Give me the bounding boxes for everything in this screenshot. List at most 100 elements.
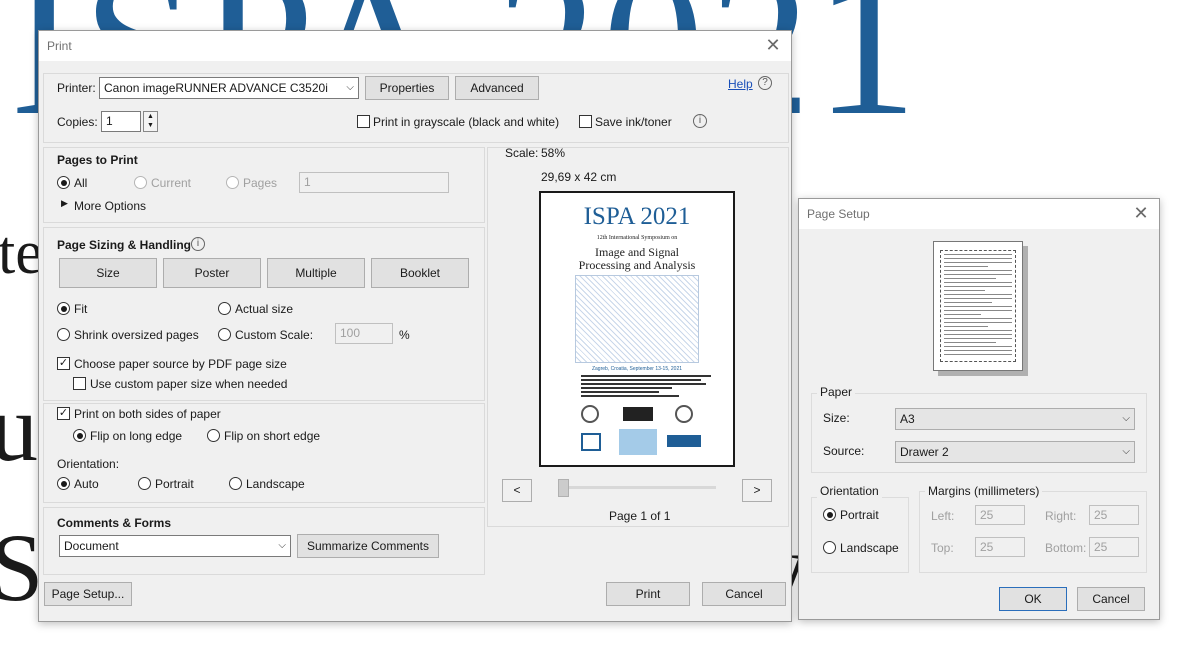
print-dialog-titlebar: Print ✕	[39, 31, 791, 61]
grayscale-checkbox[interactable]	[357, 115, 370, 128]
close-icon[interactable]: ✕	[763, 35, 783, 56]
cancel-button[interactable]: Cancel	[702, 582, 786, 606]
summarize-comments-button[interactable]: Summarize Comments	[297, 534, 439, 558]
print-both-sides-label: Print on both sides of paper	[74, 407, 221, 421]
multiple-button[interactable]: Multiple	[267, 258, 365, 288]
print-both-sides-checkbox[interactable]: ✓	[57, 407, 70, 420]
next-page-button[interactable]: >	[742, 479, 772, 502]
paper-group-label: Paper	[817, 385, 856, 399]
flip-long-edge-radio[interactable]	[73, 429, 86, 442]
all-pages-radio[interactable]	[57, 176, 70, 189]
custom-scale-input[interactable]: 100	[335, 323, 393, 344]
choose-paper-source-label: Choose paper source by PDF page size	[74, 357, 287, 371]
custom-scale-label: Custom Scale:	[235, 328, 314, 342]
custom-scale-radio[interactable]	[218, 328, 231, 341]
preview-doc-subtitle: 12th International Symposium on	[596, 235, 678, 241]
page-setup-cancel-button[interactable]: Cancel	[1077, 587, 1145, 611]
preview-doc-title: ISPA 2021	[583, 203, 691, 230]
previous-page-button[interactable]: <	[502, 479, 532, 502]
orientation-portrait-radio[interactable]	[138, 477, 151, 490]
choose-paper-source-checkbox[interactable]: ✓	[57, 357, 70, 370]
more-options-toggle[interactable]: More Options	[74, 199, 146, 213]
preview-logo	[667, 435, 701, 447]
preview-doc-place: Zagreb, Croatia, September 13-15, 2021	[591, 366, 683, 372]
scale-value: 58%	[541, 146, 566, 160]
fit-label: Fit	[74, 302, 88, 316]
copies-stepper[interactable]: ▲ ▼	[143, 111, 158, 132]
printer-label: Printer:	[57, 81, 96, 95]
orientation-landscape-label: Landscape	[246, 477, 305, 491]
comments-forms-value: Document	[64, 539, 119, 553]
top-margin-label: Top:	[931, 541, 954, 555]
shrink-oversized-radio[interactable]	[57, 328, 70, 341]
page-setup-title: Page Setup	[807, 207, 870, 221]
bottom-margin-label: Bottom:	[1045, 541, 1087, 555]
print-button[interactable]: Print	[606, 582, 690, 606]
orientation-auto-radio[interactable]	[57, 477, 70, 490]
pages-range-label: Pages	[243, 176, 278, 190]
close-icon[interactable]: ✕	[1131, 203, 1151, 224]
ok-button[interactable]: OK	[999, 587, 1067, 611]
save-ink-checkbox[interactable]	[579, 115, 592, 128]
copies-label: Copies:	[57, 115, 98, 129]
custom-paper-size-checkbox[interactable]	[73, 377, 86, 390]
flip-short-edge-radio[interactable]	[207, 429, 220, 442]
info-icon[interactable]: i	[693, 114, 707, 128]
left-margin-label: Left:	[931, 509, 955, 523]
grayscale-label: Print in grayscale (black and white)	[373, 115, 560, 129]
page-setup-button[interactable]: Page Setup...	[44, 582, 132, 606]
right-margin-input[interactable]: 25	[1089, 505, 1139, 525]
pages-range-input[interactable]: 1	[299, 172, 449, 193]
advanced-button[interactable]: Advanced	[455, 76, 539, 100]
chevron-down-icon: ⌵	[278, 540, 286, 551]
poster-button[interactable]: Poster	[163, 258, 261, 288]
info-icon[interactable]: i	[191, 237, 205, 251]
page-slider-thumb[interactable]	[558, 479, 569, 497]
paper-source-select[interactable]: Drawer 2 ⌵	[895, 441, 1135, 463]
preview-logo	[675, 405, 693, 423]
all-pages-label: All	[74, 176, 88, 190]
help-link[interactable]: Help	[728, 77, 753, 91]
help-icon[interactable]: ?	[758, 76, 772, 90]
scale-label: Scale:	[505, 146, 539, 160]
landscape-label: Landscape	[840, 541, 899, 555]
preview-doc-line2: Processing and Analysis	[578, 258, 696, 272]
bottom-margin-input[interactable]: 25	[1089, 537, 1139, 557]
orientation-landscape-radio[interactable]	[229, 477, 242, 490]
preview-doc-organizers	[581, 375, 711, 399]
page-setup-dialog: Page Setup ✕ Paper Size: A3 ⌵ Source: Dr…	[798, 198, 1160, 620]
preview-logo	[623, 407, 653, 421]
size-button[interactable]: Size	[59, 258, 157, 288]
booklet-button[interactable]: Booklet	[371, 258, 469, 288]
orientation-auto-label: Auto	[74, 477, 99, 491]
printer-select-value: Canon imageRUNNER ADVANCE C3520i	[104, 81, 328, 95]
properties-button[interactable]: Properties	[365, 76, 449, 100]
actual-size-label: Actual size	[235, 302, 294, 316]
landscape-radio[interactable]	[823, 541, 836, 554]
percent-label: %	[399, 328, 410, 342]
preview-logo	[581, 433, 601, 451]
expand-arrow-icon[interactable]: ▶	[61, 198, 68, 209]
flip-short-edge-label: Flip on short edge	[224, 429, 321, 443]
left-margin-input[interactable]: 25	[975, 505, 1025, 525]
paper-size-select[interactable]: A3 ⌵	[895, 408, 1135, 430]
pages-range-radio[interactable]	[226, 176, 239, 189]
margins-group-label: Margins (millimeters)	[925, 484, 1043, 498]
preview-doc-image	[575, 275, 699, 363]
copies-input[interactable]: 1	[101, 111, 141, 132]
comments-forms-select[interactable]: Document ⌵	[59, 535, 291, 557]
right-margin-label: Right:	[1045, 509, 1077, 523]
current-page-label: Current	[151, 176, 192, 190]
page-setup-titlebar: Page Setup ✕	[799, 199, 1159, 229]
chevron-down-icon: ⌵	[1122, 413, 1130, 424]
paper-dimensions: 29,69 x 42 cm	[541, 170, 617, 184]
fit-radio[interactable]	[57, 302, 70, 315]
paper-source-value: Drawer 2	[900, 445, 949, 459]
page-slider-track[interactable]	[560, 486, 716, 489]
top-margin-input[interactable]: 25	[975, 537, 1025, 557]
current-page-radio[interactable]	[134, 176, 147, 189]
actual-size-radio[interactable]	[218, 302, 231, 315]
printer-select[interactable]: Canon imageRUNNER ADVANCE C3520i ⌵	[99, 77, 359, 99]
orientation-portrait-label: Portrait	[155, 477, 194, 491]
portrait-radio[interactable]	[823, 508, 836, 521]
